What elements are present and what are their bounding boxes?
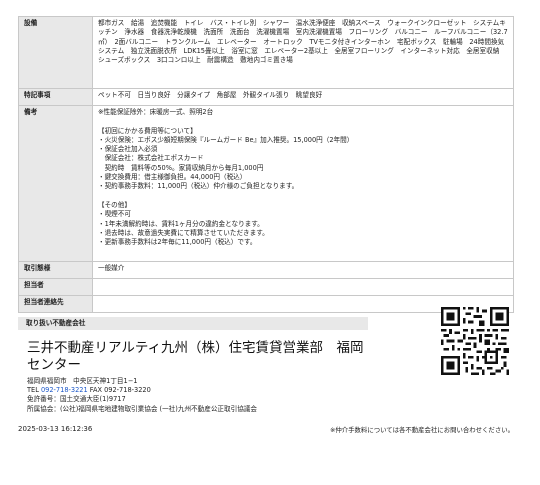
remarks-label: 備考	[18, 105, 93, 262]
agency-address: 福岡県福岡市 中央区天神1丁目1−1	[27, 377, 138, 385]
features-label: 設備	[18, 16, 93, 89]
remarks-line	[98, 192, 509, 201]
fax-number: FAX 092-718-3220	[87, 386, 151, 395]
remarks-line: ・1年未満解約時は、賃料1ヶ月分の違約金となります。	[98, 219, 264, 228]
transaction-type-value: 一般媒介	[92, 261, 514, 279]
qr-code-icon	[441, 307, 509, 375]
remarks-line: ・契約事務手数料：11,000円（税込）仲介様のご負担となります。	[98, 182, 299, 191]
agent-row: 担当者	[18, 278, 514, 296]
agency-license: 免許番号：国土交通大臣(1)9717	[27, 395, 126, 404]
agent-value	[92, 278, 514, 296]
agency-section-header: 取り扱い不動産会社	[18, 317, 368, 330]
features-row: 設備 都市ガス 給湯 追焚機能 トイレ バス・トイレ別 シャワー 温水洗浄便座 …	[18, 16, 514, 89]
special-notes-label: 特記事項	[18, 88, 93, 106]
remarks-line: ・鍵交換費用：借主様御負担。44,000円（税込）	[98, 173, 247, 182]
remarks-line: 【その他】	[98, 200, 131, 209]
agency-details: 福岡県福岡市 中央区天神1丁目1−1 TEL 092-718-3221 FAX …	[27, 377, 257, 414]
remarks-line	[98, 117, 509, 126]
agency-name: 三井不動産リアルティ九州（株）住宅賃貸営業部 福岡センター	[27, 340, 364, 373]
agent-label: 担当者	[18, 278, 93, 296]
transaction-type-row: 取引態様 一般媒介	[18, 261, 514, 279]
tel-label: TEL	[27, 386, 41, 395]
special-notes-value: ペット不可 日当り良好 分譲タイプ 角部屋 外観タイル張り 眺望良好	[92, 88, 514, 106]
agency-association: 所属協会：(公社)福岡県宅地建物取引業協会 (一社)九州不動産公正取引協議会	[27, 404, 257, 413]
remarks-line: ※性能保証除外：床暖房一式、照明2台	[98, 108, 214, 116]
special-notes-row: 特記事項 ペット不可 日当り良好 分譲タイプ 角部屋 外観タイル張り 眺望良好	[18, 88, 514, 106]
remarks-line: ・火災保険：エポス少額短期保険『ルームガード Be』加入推奨。15,000円（2…	[98, 135, 354, 144]
remarks-line: ・喫煙不可	[98, 210, 131, 219]
print-datetime: 2025-03-13 16:12:36	[18, 425, 93, 433]
transaction-type-label: 取引態様	[18, 261, 93, 279]
remarks-line: ・更新事務手数料は2年毎に11,000円（税込）です。	[98, 238, 257, 247]
brokerage-fee-note: ※仲介手数料については各不動産会社にお問い合わせください。	[330, 426, 514, 434]
features-value: 都市ガス 給湯 追焚機能 トイレ バス・トイレ別 シャワー 温水洗浄便座 収納ス…	[92, 16, 514, 89]
remarks-line: 【初回にかかる費用等について】	[98, 126, 197, 135]
remarks-line: ・退去時は、故意過失実費にて精算させていただきます。	[98, 228, 269, 237]
agent-contact-label: 担当者連絡先	[18, 295, 93, 313]
remarks-row: 備考 ※性能保証除外：床暖房一式、照明2台 【初回にかかる費用等について】 ・火…	[18, 105, 514, 262]
agent-contact-row: 担当者連絡先	[18, 295, 514, 313]
remarks-value: ※性能保証除外：床暖房一式、照明2台 【初回にかかる費用等について】 ・火災保険…	[92, 105, 514, 262]
property-details-table: 設備 都市ガス 給湯 追焚機能 トイレ バス・トイレ別 シャワー 温水洗浄便座 …	[18, 16, 514, 313]
tel-link[interactable]: 092-718-3221	[41, 386, 88, 394]
remarks-line: 保証会社：株式会社エポスカード	[98, 154, 204, 163]
remarks-line: 契約時 賃料等の50%。家賃収納月から毎月1,000円	[98, 163, 264, 172]
